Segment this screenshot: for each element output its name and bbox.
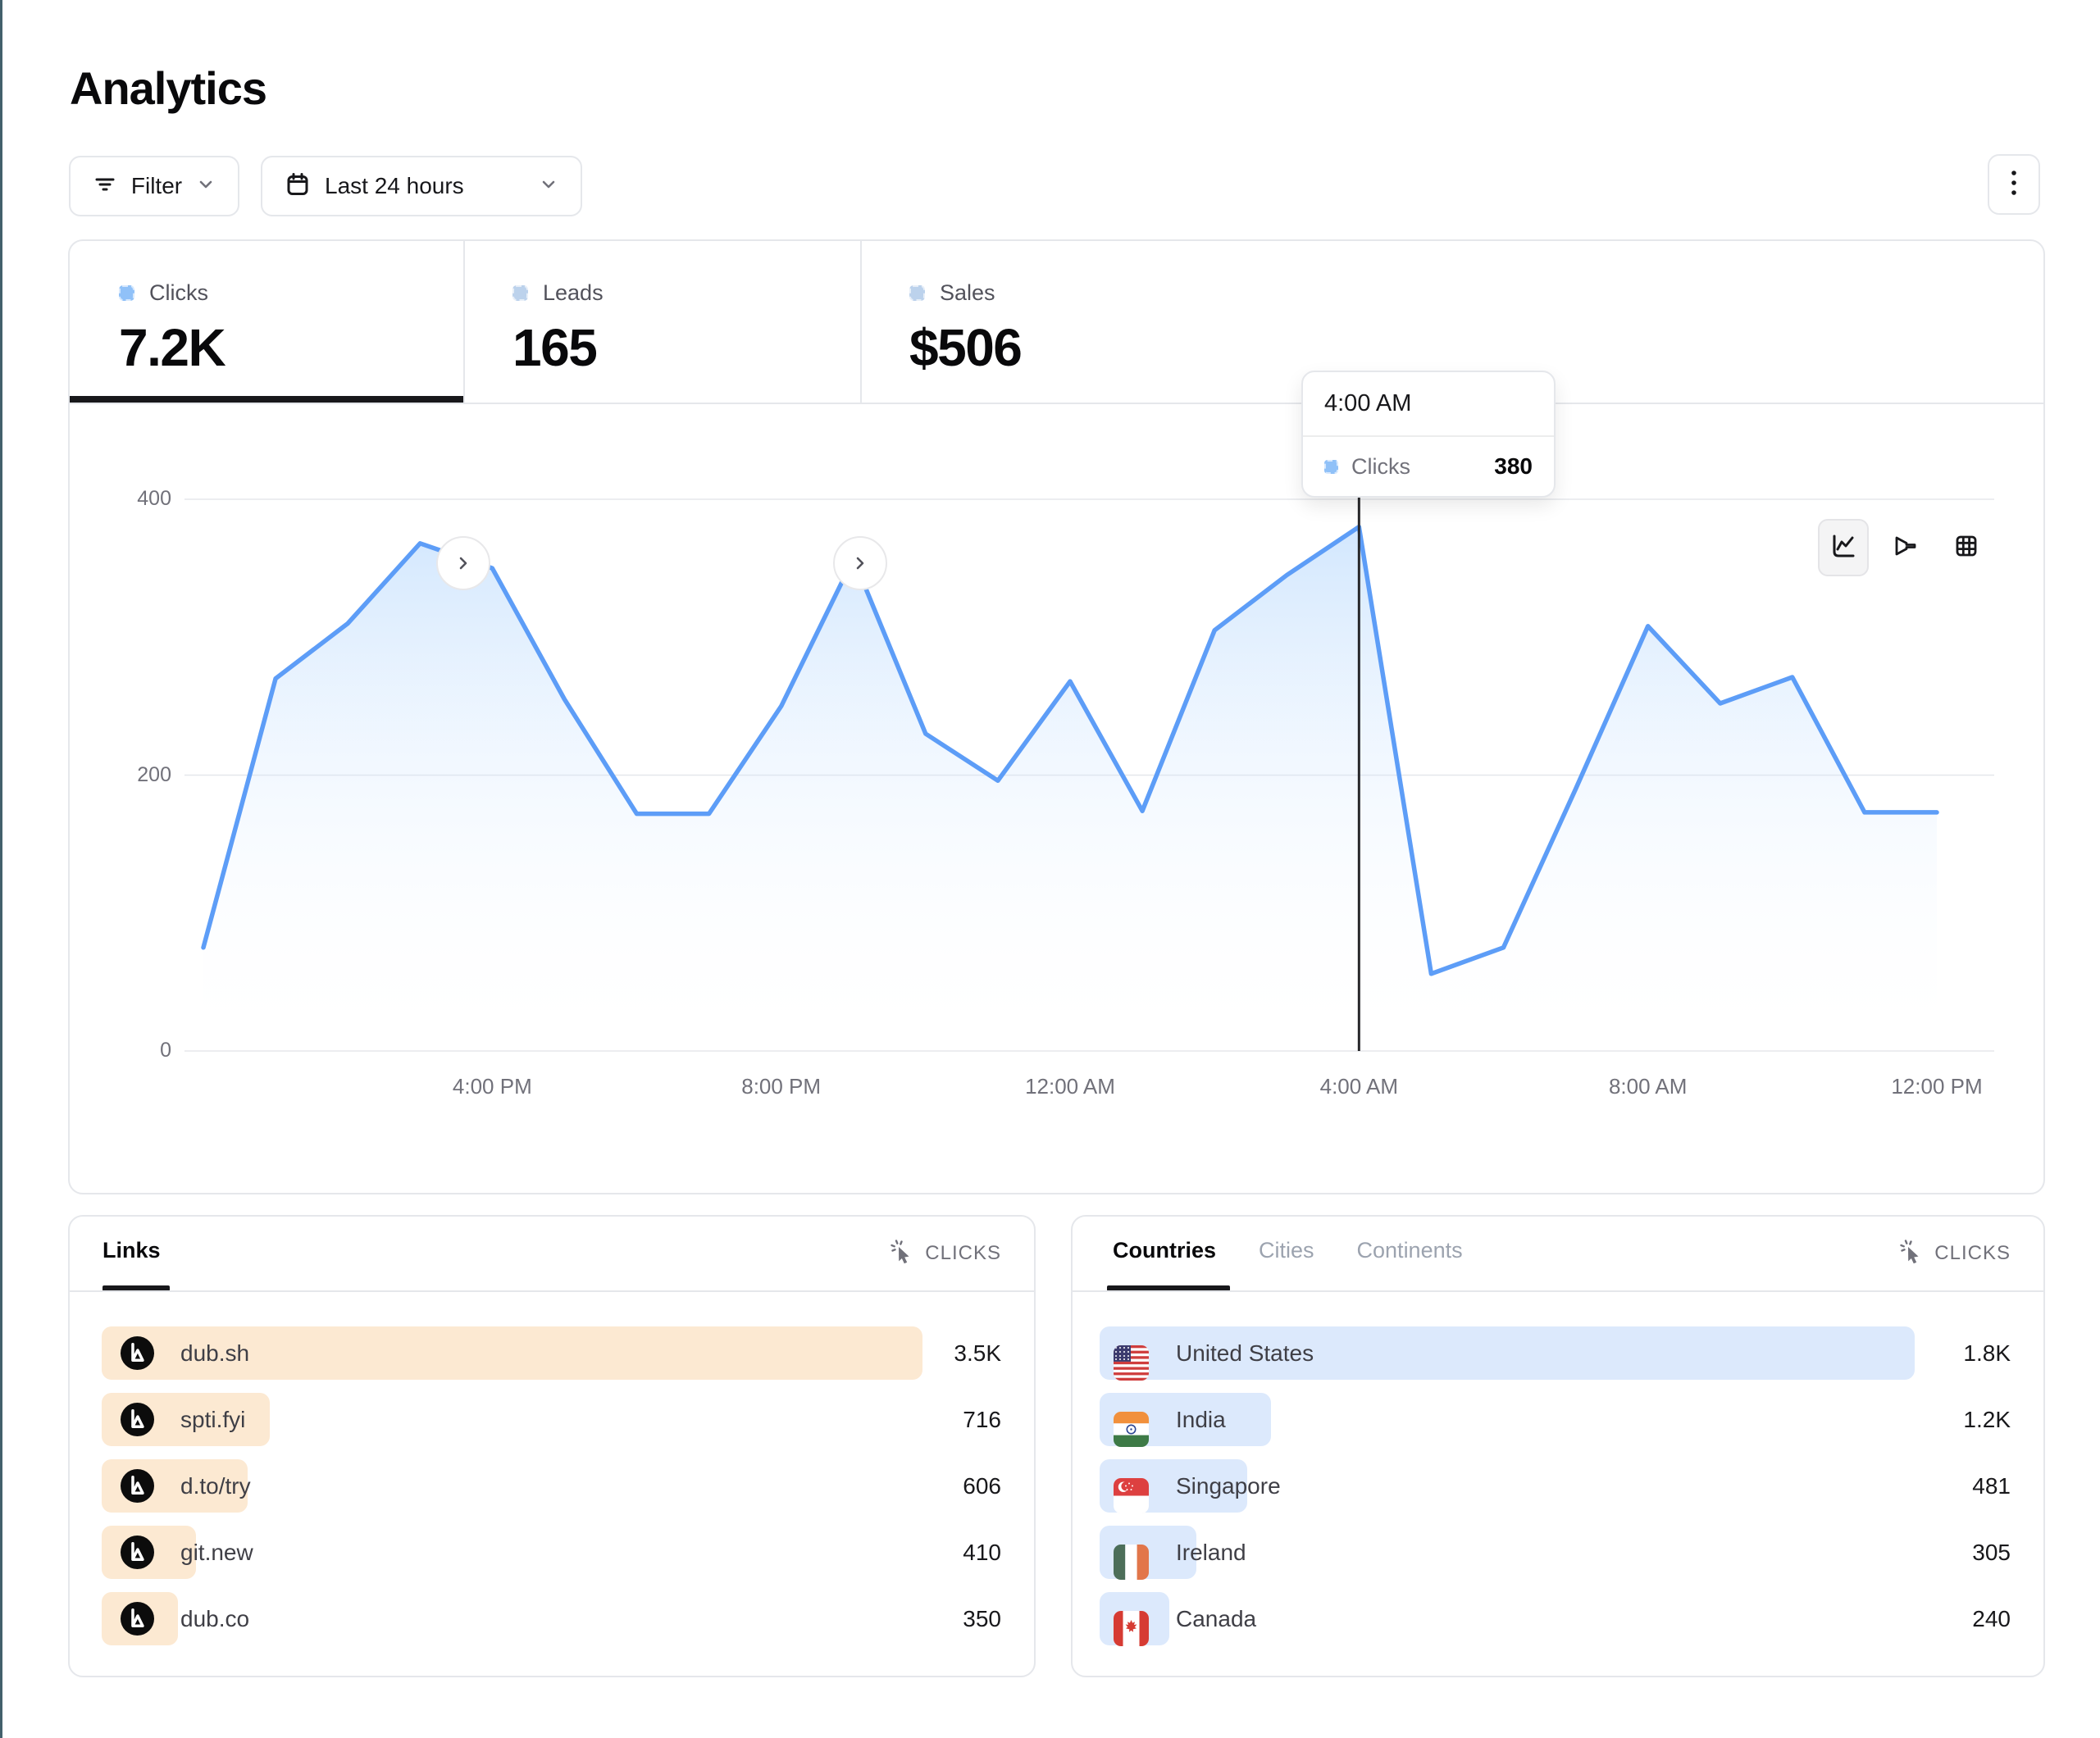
tooltip-series-label: Clicks — [1351, 454, 1481, 480]
stat-label: Clicks — [149, 280, 208, 306]
country-row[interactable]: Ireland 305 — [1073, 1526, 2043, 1579]
page-edge-strip — [0, 0, 2, 1738]
chart-tooltip: 4:00 AM Clicks 380 — [1301, 371, 1556, 498]
dub-logo-avatar — [121, 1403, 154, 1436]
calendar-icon — [284, 171, 312, 202]
row-label: United States — [1176, 1326, 1314, 1380]
stat-tab-leads[interactable]: Leads 165 — [463, 241, 860, 403]
date-range-button[interactable]: Last 24 hours — [261, 156, 582, 216]
chart-area-fill — [203, 527, 1937, 1051]
stat-label: Leads — [543, 280, 604, 306]
row-label: Canada — [1176, 1592, 1256, 1645]
row-value: 716 — [963, 1393, 1001, 1446]
kebab-menu-icon — [2002, 165, 2026, 205]
x-axis-tick-label: 12:00 PM — [1871, 1074, 2002, 1099]
expand-leads-button[interactable] — [436, 536, 490, 590]
row-label: Singapore — [1176, 1459, 1281, 1513]
link-row[interactable]: dub.co 350 — [70, 1592, 1034, 1645]
sales-legend-swatch — [909, 285, 925, 301]
country-row[interactable]: Canada 240 — [1073, 1592, 2043, 1645]
dub-logo-avatar — [121, 1602, 154, 1636]
panel-divider — [1073, 1290, 2043, 1292]
row-label: Ireland — [1176, 1526, 1246, 1579]
row-label: dub.co — [180, 1592, 249, 1645]
links-panel: Links CLICKS dub.sh 3.5K spti.fyi 716 d.to… — [68, 1215, 1036, 1677]
filter-button-label: Filter — [131, 173, 182, 199]
y-axis-tick-label: 0 — [81, 1039, 171, 1062]
stat-separator — [860, 241, 862, 403]
stat-value: 165 — [512, 317, 860, 378]
tooltip-value: 380 — [1494, 453, 1533, 480]
x-axis-tick-label: 8:00 AM — [1583, 1074, 1714, 1099]
date-range-label: Last 24 hours — [325, 173, 464, 199]
tab-continents[interactable]: Continents — [1357, 1238, 1463, 1263]
expand-sales-button[interactable] — [833, 536, 887, 590]
cursor-click-icon — [889, 1238, 915, 1268]
tab-countries[interactable]: Countries — [1113, 1238, 1216, 1263]
metric-label: CLICKS — [1934, 1242, 2011, 1265]
country-flag-icon — [1114, 1336, 1147, 1370]
stat-tab-clicks[interactable]: Clicks 7.2K — [70, 241, 463, 403]
row-label: d.to/try — [180, 1459, 251, 1513]
link-row[interactable]: d.to/try 606 — [70, 1459, 1034, 1513]
row-value: 606 — [963, 1459, 1001, 1513]
x-axis-tick-label: 4:00 PM — [426, 1074, 558, 1099]
tab-cities[interactable]: Cities — [1259, 1238, 1314, 1263]
country-flag-icon — [1114, 1602, 1147, 1636]
countries-metric[interactable]: CLICKS — [1898, 1238, 2011, 1268]
chevron-down-icon — [538, 174, 559, 199]
chevron-down-icon — [195, 174, 216, 199]
row-label: spti.fyi — [180, 1393, 245, 1446]
panel-divider — [70, 1290, 1034, 1292]
row-value: 410 — [963, 1526, 1001, 1579]
y-axis-tick-label: 200 — [81, 763, 171, 787]
stat-value: $506 — [909, 317, 1270, 378]
tooltip-series-swatch — [1324, 460, 1338, 474]
stat-tab-sales[interactable]: Sales $506 — [860, 241, 1270, 403]
country-flag-icon — [1114, 1403, 1147, 1436]
links-metric[interactable]: CLICKS — [889, 1238, 1001, 1268]
tab-links[interactable]: Links — [102, 1238, 161, 1263]
country-row[interactable]: United States 1.8K — [1073, 1326, 2043, 1380]
analytics-chart-card: Clicks 7.2K Leads 165 Sales $506 — [68, 239, 2045, 1194]
clicks-legend-swatch — [119, 285, 134, 301]
row-value: 240 — [1972, 1592, 2011, 1645]
row-label: git.new — [180, 1526, 253, 1579]
analytics-page: Analytics Filter Last 24 hours Clicks — [0, 0, 2100, 1738]
tooltip-time: 4:00 AM — [1303, 372, 1554, 437]
row-value: 1.8K — [1963, 1326, 2011, 1380]
stat-separator — [463, 241, 465, 403]
stat-label: Sales — [940, 280, 995, 306]
more-options-button[interactable] — [1988, 154, 2040, 215]
row-value: 1.2K — [1963, 1393, 2011, 1446]
dub-logo-avatar — [121, 1336, 154, 1370]
row-value: 3.5K — [954, 1326, 1001, 1380]
dub-logo-avatar — [121, 1536, 154, 1569]
row-value: 350 — [963, 1592, 1001, 1645]
x-axis-tick-label: 8:00 PM — [716, 1074, 847, 1099]
country-flag-icon — [1114, 1469, 1147, 1503]
link-row[interactable]: dub.sh 3.5K — [70, 1326, 1034, 1380]
x-axis-tick-label: 4:00 AM — [1293, 1074, 1424, 1099]
country-row[interactable]: India 1.2K — [1073, 1393, 2043, 1446]
page-title: Analytics — [70, 61, 266, 115]
row-label: India — [1176, 1393, 1226, 1446]
metric-label: CLICKS — [925, 1242, 1001, 1265]
row-label: dub.sh — [180, 1326, 249, 1380]
y-axis-tick-label: 400 — [81, 487, 171, 511]
row-value: 305 — [1972, 1526, 2011, 1579]
country-row[interactable]: Singapore 481 — [1073, 1459, 2043, 1513]
leads-legend-swatch — [512, 285, 528, 301]
x-axis-tick-label: 12:00 AM — [1004, 1074, 1136, 1099]
row-value: 481 — [1972, 1459, 2011, 1513]
filter-lines-icon — [92, 171, 118, 202]
cursor-click-icon — [1898, 1238, 1925, 1268]
country-flag-icon — [1114, 1536, 1147, 1569]
countries-panel: Countries Cities Continents CLICKS Unite… — [1071, 1215, 2045, 1677]
dub-logo-avatar — [121, 1469, 154, 1503]
filter-button[interactable]: Filter — [69, 156, 239, 216]
link-row[interactable]: git.new 410 — [70, 1526, 1034, 1579]
stat-value: 7.2K — [119, 317, 463, 378]
link-row[interactable]: spti.fyi 716 — [70, 1393, 1034, 1446]
